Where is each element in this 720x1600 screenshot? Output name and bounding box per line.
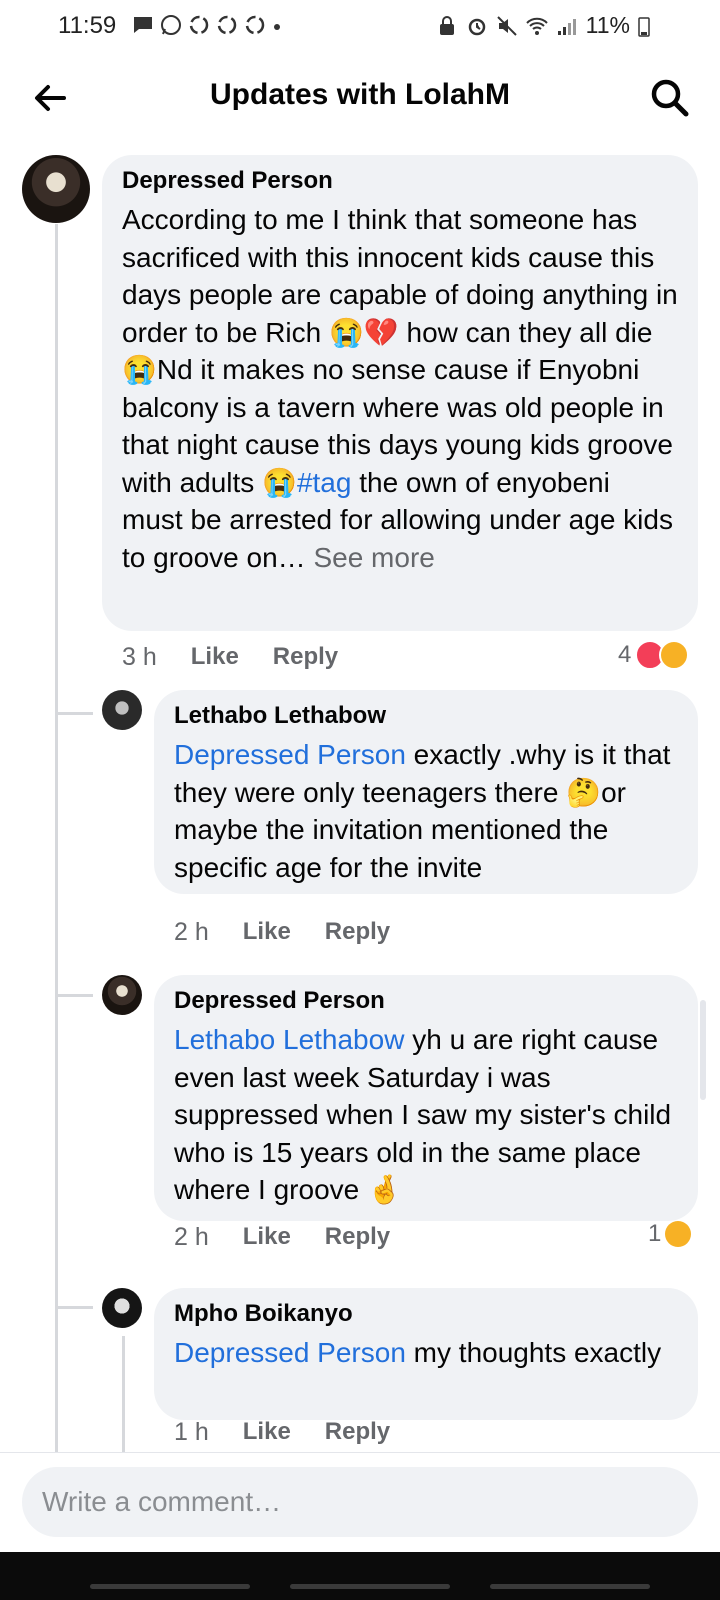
comment-actions: 1 h Like Reply (174, 1418, 424, 1447)
comment-bubble[interactable]: Depressed Person According to me I think… (102, 155, 698, 631)
comment-author[interactable]: Lethabo Lethabow (174, 702, 678, 730)
scrollbar[interactable] (700, 1000, 706, 1100)
battery-icon (638, 16, 650, 37)
search-icon[interactable] (648, 76, 692, 120)
reaction-summary[interactable]: 4 (618, 640, 690, 670)
see-more-link[interactable]: See more (313, 542, 434, 573)
message-icon (134, 17, 152, 33)
signal-icon (557, 18, 576, 35)
avatar[interactable] (102, 1288, 142, 1328)
comment-actions: 3 h Like Reply (122, 643, 372, 672)
system-nav-bar (0, 1552, 720, 1600)
comment-bubble[interactable]: Depressed Person Lethabo Lethabow yh u a… (154, 975, 698, 1221)
comment-time: 2 h (174, 918, 209, 946)
avatar[interactable] (102, 975, 142, 1015)
mention-link[interactable]: Depressed Person (174, 739, 406, 770)
page-title: Updates with LolahM (210, 78, 510, 111)
comment-text: According to me I think that someone has… (122, 201, 678, 576)
thread-connector (55, 994, 93, 997)
comment-author[interactable]: Depressed Person (122, 167, 678, 195)
reaction-count: 1 (648, 1220, 662, 1247)
like-button[interactable]: Like (243, 1223, 291, 1252)
sync-icon (217, 15, 237, 35)
nav-home-gesture[interactable] (290, 1584, 450, 1589)
sad-reaction-icon (665, 1221, 692, 1247)
comment-actions: 2 h Like Reply (174, 918, 424, 947)
reply-button[interactable]: Reply (325, 1418, 390, 1447)
status-bar: 11:59 11% (0, 0, 720, 52)
avatar[interactable] (22, 155, 90, 223)
comment-text: Lethabo Lethabow yh u are right cause ev… (174, 1021, 678, 1209)
mention-link[interactable]: Lethabo Lethabow (174, 1024, 404, 1055)
comment-text: Depressed Person exactly .why is it that… (174, 736, 678, 886)
system-icons: 11% (436, 12, 650, 39)
hashtag-link[interactable]: #tag (297, 467, 352, 498)
sync-icon (245, 15, 265, 35)
alarm-icon (468, 18, 485, 35)
mute-icon (496, 15, 517, 36)
thread-line (55, 224, 58, 1452)
reaction-count: 4 (618, 641, 632, 668)
thread-connector (55, 1306, 93, 1309)
comment-text: Depressed Person my thoughts exactly (174, 1334, 678, 1372)
notification-icons (132, 14, 282, 36)
comment-author[interactable]: Depressed Person (174, 987, 678, 1015)
status-time: 11:59 (58, 12, 117, 39)
reply-button[interactable]: Reply (325, 918, 390, 947)
avatar[interactable] (102, 690, 142, 730)
like-button[interactable]: Like (243, 1418, 291, 1447)
mention-link[interactable]: Depressed Person (174, 1337, 406, 1368)
nav-back-gesture[interactable] (90, 1584, 250, 1589)
battery-percent: 11% (585, 12, 630, 38)
comment-composer: Write a comment… (0, 1452, 720, 1553)
comment-input[interactable]: Write a comment… (22, 1467, 698, 1537)
comment-body: According to me I think that someone has… (122, 204, 678, 498)
lock-icon (439, 15, 454, 35)
comment-bubble[interactable]: Mpho Boikanyo Depressed Person my though… (154, 1288, 698, 1420)
comment-time: 3 h (122, 643, 157, 671)
comment-actions: 2 h Like Reply (174, 1223, 424, 1252)
thread-connector (55, 712, 93, 715)
reply-button[interactable]: Reply (325, 1223, 390, 1252)
sync-icon (189, 15, 209, 35)
thread-line (122, 1336, 125, 1452)
comment-bubble[interactable]: Lethabo Lethabow Depressed Person exactl… (154, 690, 698, 894)
nav-recents-gesture[interactable] (490, 1584, 650, 1589)
wifi-icon (525, 17, 548, 35)
like-button[interactable]: Like (243, 918, 291, 947)
comment-body: my thoughts exactly (405, 1337, 662, 1368)
comment-author[interactable]: Mpho Boikanyo (174, 1300, 678, 1328)
dot-icon (274, 24, 280, 30)
reaction-summary[interactable]: 1 (648, 1220, 692, 1248)
care-reaction-icon (659, 640, 690, 670)
comment-time: 2 h (174, 1223, 209, 1251)
comment-time: 1 h (174, 1418, 209, 1446)
reply-button[interactable]: Reply (273, 643, 338, 672)
like-button[interactable]: Like (191, 643, 239, 672)
whatsapp-icon (161, 15, 181, 35)
top-app-bar: Updates with LolahM (0, 62, 720, 136)
